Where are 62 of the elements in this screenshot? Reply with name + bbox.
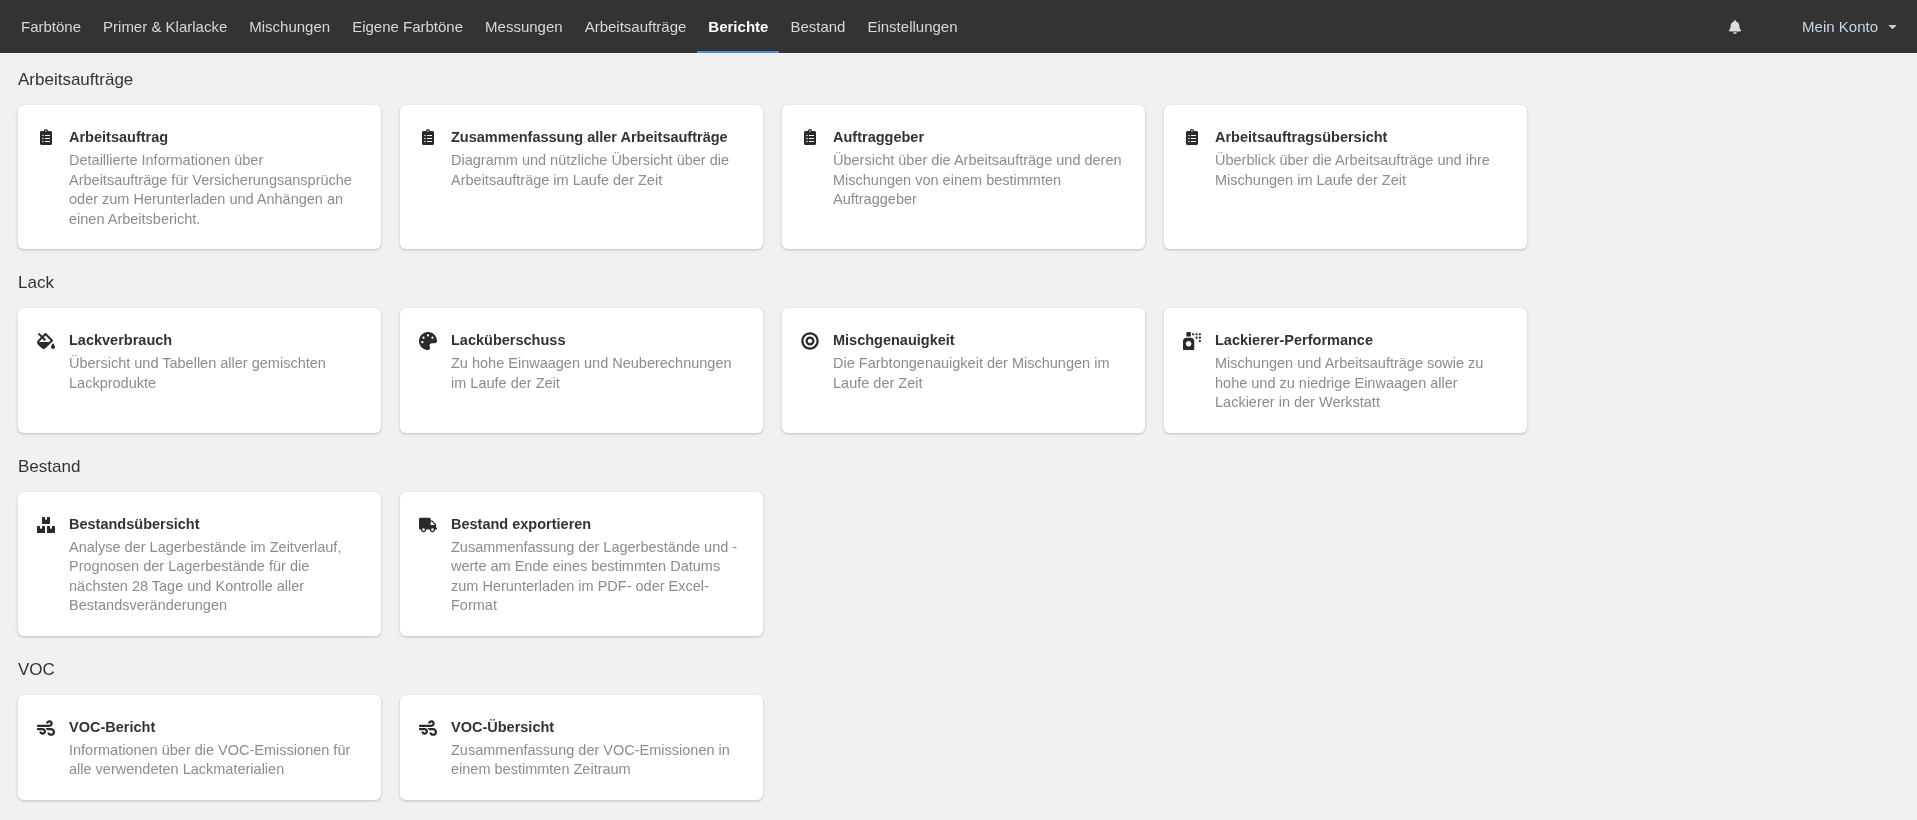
clipboard-icon — [802, 129, 818, 145]
card-title: VOC-Übersicht — [451, 717, 556, 737]
report-card[interactable]: Mischgenauigkeit Die Farbtongenauigkeit der Mischungen im Laufe der Zeit — [782, 308, 1145, 433]
report-card[interactable]: Lacküberschuss Zu hohe Einwaagen und Neuberechnungen im Laufe der Zeit — [400, 308, 763, 433]
card-description: Diagramm und nützliche Übersicht über die Arbeitsaufträge im Laufe der Zeit — [451, 151, 731, 190]
card-description: Mischungen und Arbeitsaufträge sowie zu hohe und zu niedrige Einwaagen aller Lackierer in der Werkstatt — [1215, 354, 1485, 412]
nav-tab[interactable]: Eigene Farbtöne — [341, 0, 475, 53]
report-card[interactable]: Lackverbrauch Übersicht und Tabellen aller gemischten Lackprodukte — [18, 308, 381, 433]
account-menu[interactable]: Mein Konto — [1794, 0, 1907, 53]
nav-tab[interactable]: Messungen — [474, 0, 574, 53]
nav-tab[interactable]: Einstellungen — [856, 0, 969, 53]
nav-tab[interactable]: Arbeitsaufträge — [573, 0, 698, 53]
section-heading: Bestand — [18, 455, 82, 478]
card-description: Zusammenfassung der Lagerbestände und -werte am Ende eines bestimmten Datums zum Herunterladen im PDF- oder Excel-Format — [451, 537, 739, 615]
report-card[interactable]: Arbeitsauftragsübersicht Überblick über die Arbeitsaufträge und ihre Mischungen im Laufe der Zeit — [1164, 105, 1527, 249]
card-title: Arbeitsauftragsübersicht — [1215, 128, 1389, 147]
clipboard-icon — [1184, 129, 1200, 145]
card-title: Lackverbrauch — [69, 331, 174, 350]
section-heading: Lack — [18, 272, 55, 294]
card-description: Informationen über die VOC-Emissionen für alle verwendeten Lackmaterialien — [69, 740, 352, 779]
nav-tab[interactable]: Bestand — [779, 0, 857, 53]
report-card[interactable]: VOC-Übersicht Zusammenfassung der VOC-Emissionen in einem bestimmten Zeitraum — [400, 694, 763, 800]
nav-tab[interactable]: Farbtöne — [10, 0, 93, 53]
report-card[interactable]: Bestand exportieren Zusammenfassung der Lagerbestände und -werte am Ende eines bestimmten Datums zum Herunterladen im PDF- oder Excel-Format — [400, 491, 763, 636]
card-description: Detaillierte Informationen über Arbeitsaufträge für Versicherungsansprüche oder zum Herunterladen und Anhängen an einen Arbeitsbericht. — [69, 151, 353, 229]
report-card[interactable]: VOC-Bericht Informationen über die VOC-Emissionen für alle verwendeten Lackmaterialien — [18, 694, 381, 800]
card-title: Arbeitsauftrag — [69, 128, 170, 147]
clipboard-icon — [420, 129, 436, 145]
report-card[interactable]: Zusammenfassung aller Arbeitsaufträge Diagramm und nützliche Übersicht über die Arbeitsaufträge im Laufe der Zeit — [400, 105, 763, 249]
card-description: Die Farbtongenauigkeit der Mischungen im Laufe der Zeit — [833, 354, 1111, 393]
target-icon — [801, 332, 819, 350]
report-card[interactable]: Bestandsübersicht Analyse der Lagerbestände im Zeitverlauf, Prognosen der Lagerbestände für die nächsten 28 Tage und Kontrolle aller Bestandsveränderungen — [18, 491, 381, 636]
card-description: Zusammenfassung der VOC-Emissionen in einem bestimmten Zeitraum — [451, 740, 731, 779]
card-description: Übersicht über die Arbeitsaufträge und deren Mischungen von einem bestimmten Auftraggeber — [833, 151, 1123, 209]
card-description: Zu hohe Einwaagen und Neuberechnungen im Laufe der Zeit — [451, 354, 733, 393]
card-title: VOC-Bericht — [69, 717, 157, 737]
card-title: Lackierer-Performance — [1215, 331, 1374, 350]
wind-icon — [37, 718, 55, 737]
report-card[interactable]: Lackierer-Performance Mischungen und Arbeitsaufträge sowie zu hohe und zu niedrige Einwaagen aller Lackierer in der Werkstatt — [1164, 308, 1527, 433]
card-title: Auftraggeber — [833, 128, 926, 147]
spray-can-icon — [1183, 332, 1201, 350]
nav-tab[interactable]: Mischungen — [238, 0, 342, 53]
card-title: Mischgenauigkeit — [833, 331, 956, 350]
wind-icon — [419, 718, 437, 737]
clipboard-icon — [38, 129, 54, 145]
boxes-icon — [37, 515, 55, 534]
card-description: Übersicht und Tabellen aller gemischten Lackprodukte — [69, 354, 327, 393]
card-description: Überblick über die Arbeitsaufträge und ihre Mischungen im Laufe der Zeit — [1215, 151, 1491, 190]
nav-tab[interactable]: Primer & Klarlacke — [92, 0, 239, 53]
nav-tab[interactable]: Berichte — [697, 0, 780, 53]
card-description: Analyse der Lagerbestände im Zeitverlauf, Prognosen der Lagerbestände für die nächsten 28 Tage und Kontrolle aller Bestandsveränderungen — [69, 537, 343, 615]
card-title: Bestand exportieren — [451, 514, 593, 534]
card-title: Lacküberschuss — [451, 331, 567, 350]
section-heading: VOC — [18, 658, 56, 681]
section-heading: Arbeitsaufträge — [18, 69, 135, 91]
truck-icon — [419, 515, 437, 534]
report-card[interactable]: Auftraggeber Übersicht über die Arbeitsaufträge und deren Mischungen von einem bestimmten Auftraggeber — [782, 105, 1145, 249]
card-title: Zusammenfassung aller Arbeitsaufträge — [451, 128, 729, 147]
palette-icon — [419, 332, 437, 350]
card-title: Bestandsübersicht — [69, 514, 201, 534]
report-card[interactable]: Arbeitsauftrag Detaillierte Informationen über Arbeitsaufträge für Versicherungsansprüche oder zum Herunterladen und Anhängen an einen Arbeitsbericht. — [18, 105, 381, 249]
paint-bucket-icon — [37, 332, 55, 350]
